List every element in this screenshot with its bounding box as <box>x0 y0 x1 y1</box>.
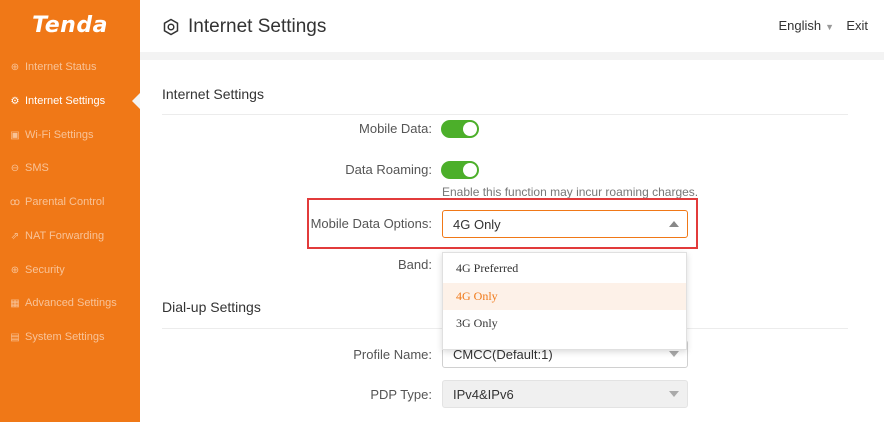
page-title: Internet Settings <box>162 16 326 38</box>
router-admin-app: Tenda ⊕ Internet Status ⚙ Internet Setti… <box>0 0 884 422</box>
sidebar-item-system-settings[interactable]: ▤ System Settings <box>0 323 140 351</box>
sms-icon: ⊖ <box>10 162 20 174</box>
dropdown-option-4g-preferred[interactable]: 4G Preferred <box>443 255 686 282</box>
brand-logo: Tenda <box>32 12 108 38</box>
nat-forwarding-icon: ⇗ <box>10 230 20 242</box>
sidebar-item-wifi-settings[interactable]: ▣ Wi-Fi Settings <box>0 121 140 149</box>
sidebar-item-label: Wi-Fi Settings <box>25 129 94 141</box>
chevron-down-icon <box>669 391 679 397</box>
select-value: 4G Only <box>453 216 501 232</box>
pdp-type-select[interactable]: IPv4&IPv6 <box>442 380 688 408</box>
sidebar-item-parental-control[interactable]: ꝏ Parental Control <box>0 188 140 216</box>
sidebar-item-label: Internet Settings <box>25 95 106 107</box>
security-icon: ⊕ <box>10 264 20 276</box>
band-label: Band: <box>398 257 432 272</box>
sidebar-item-advanced-settings[interactable]: ▦ Advanced Settings <box>0 289 140 317</box>
wifi-icon: ▣ <box>10 129 20 141</box>
section-title-dialup: Dial-up Settings <box>162 299 261 315</box>
select-value: IPv4&IPv6 <box>453 386 514 402</box>
exit-button[interactable]: Exit <box>846 18 868 33</box>
sidebar-item-label: Internet Status <box>25 61 97 73</box>
mobile-data-options-dropdown: 4G Preferred 4G Only 3G Only <box>442 252 687 350</box>
page-title-text: Internet Settings <box>188 16 327 37</box>
chevron-down-icon <box>669 351 679 357</box>
sidebar-item-security[interactable]: ⊕ Security <box>0 256 140 284</box>
settings-gear-icon: ⚙ <box>10 95 20 107</box>
dropdown-option-4g-only[interactable]: 4G Only <box>443 283 686 310</box>
sidebar-item-label: System Settings <box>25 331 105 343</box>
language-selector[interactable]: English ▼ <box>778 18 834 33</box>
sidebar: Tenda ⊕ Internet Status ⚙ Internet Setti… <box>0 0 140 422</box>
sidebar-item-label: NAT Forwarding <box>25 230 105 242</box>
active-indicator <box>132 93 140 109</box>
toggle-knob <box>463 122 477 136</box>
sidebar-item-label: Advanced Settings <box>25 297 117 309</box>
data-roaming-label: Data Roaming: <box>345 162 432 177</box>
section-title-internet: Internet Settings <box>162 86 264 102</box>
sidebar-item-label: Security <box>25 264 65 276</box>
toggle-knob <box>463 163 477 177</box>
language-label: English <box>778 18 822 33</box>
section-divider <box>162 114 848 115</box>
sidebar-item-label: Parental Control <box>25 196 105 208</box>
data-roaming-toggle[interactable] <box>441 161 479 179</box>
sidebar-item-internet-status[interactable]: ⊕ Internet Status <box>0 53 140 81</box>
sidebar-item-nat-forwarding[interactable]: ⇗ NAT Forwarding <box>0 222 140 250</box>
sidebar-item-label: SMS <box>25 162 49 174</box>
sidebar-item-internet-settings[interactable]: ⚙ Internet Settings <box>0 87 140 115</box>
system-settings-icon: ▤ <box>10 331 20 343</box>
settings-panel: Internet Settings Mobile Data: Data Roam… <box>140 60 884 422</box>
profile-name-label: Profile Name: <box>353 347 432 362</box>
mobile-data-label: Mobile Data: <box>359 121 432 136</box>
pdp-type-label: PDP Type: <box>370 387 432 402</box>
mobile-data-options-label: Mobile Data Options: <box>310 216 432 231</box>
sidebar-item-sms[interactable]: ⊖ SMS <box>0 154 140 182</box>
roaming-hint: Enable this function may incur roaming c… <box>442 185 699 199</box>
settings-gear-icon <box>163 18 179 36</box>
advanced-settings-icon: ▦ <box>10 297 20 309</box>
dropdown-option-3g-only[interactable]: 3G Only <box>443 310 686 337</box>
top-bar: Internet Settings English ▼ Exit <box>140 0 884 52</box>
parental-control-icon: ꝏ <box>9 196 21 208</box>
mobile-data-options-select[interactable]: 4G Only <box>442 210 688 238</box>
mobile-data-toggle[interactable] <box>441 120 479 138</box>
globe-icon: ⊕ <box>10 61 20 73</box>
chevron-up-icon <box>669 221 679 227</box>
chevron-down-icon: ▼ <box>825 22 834 32</box>
